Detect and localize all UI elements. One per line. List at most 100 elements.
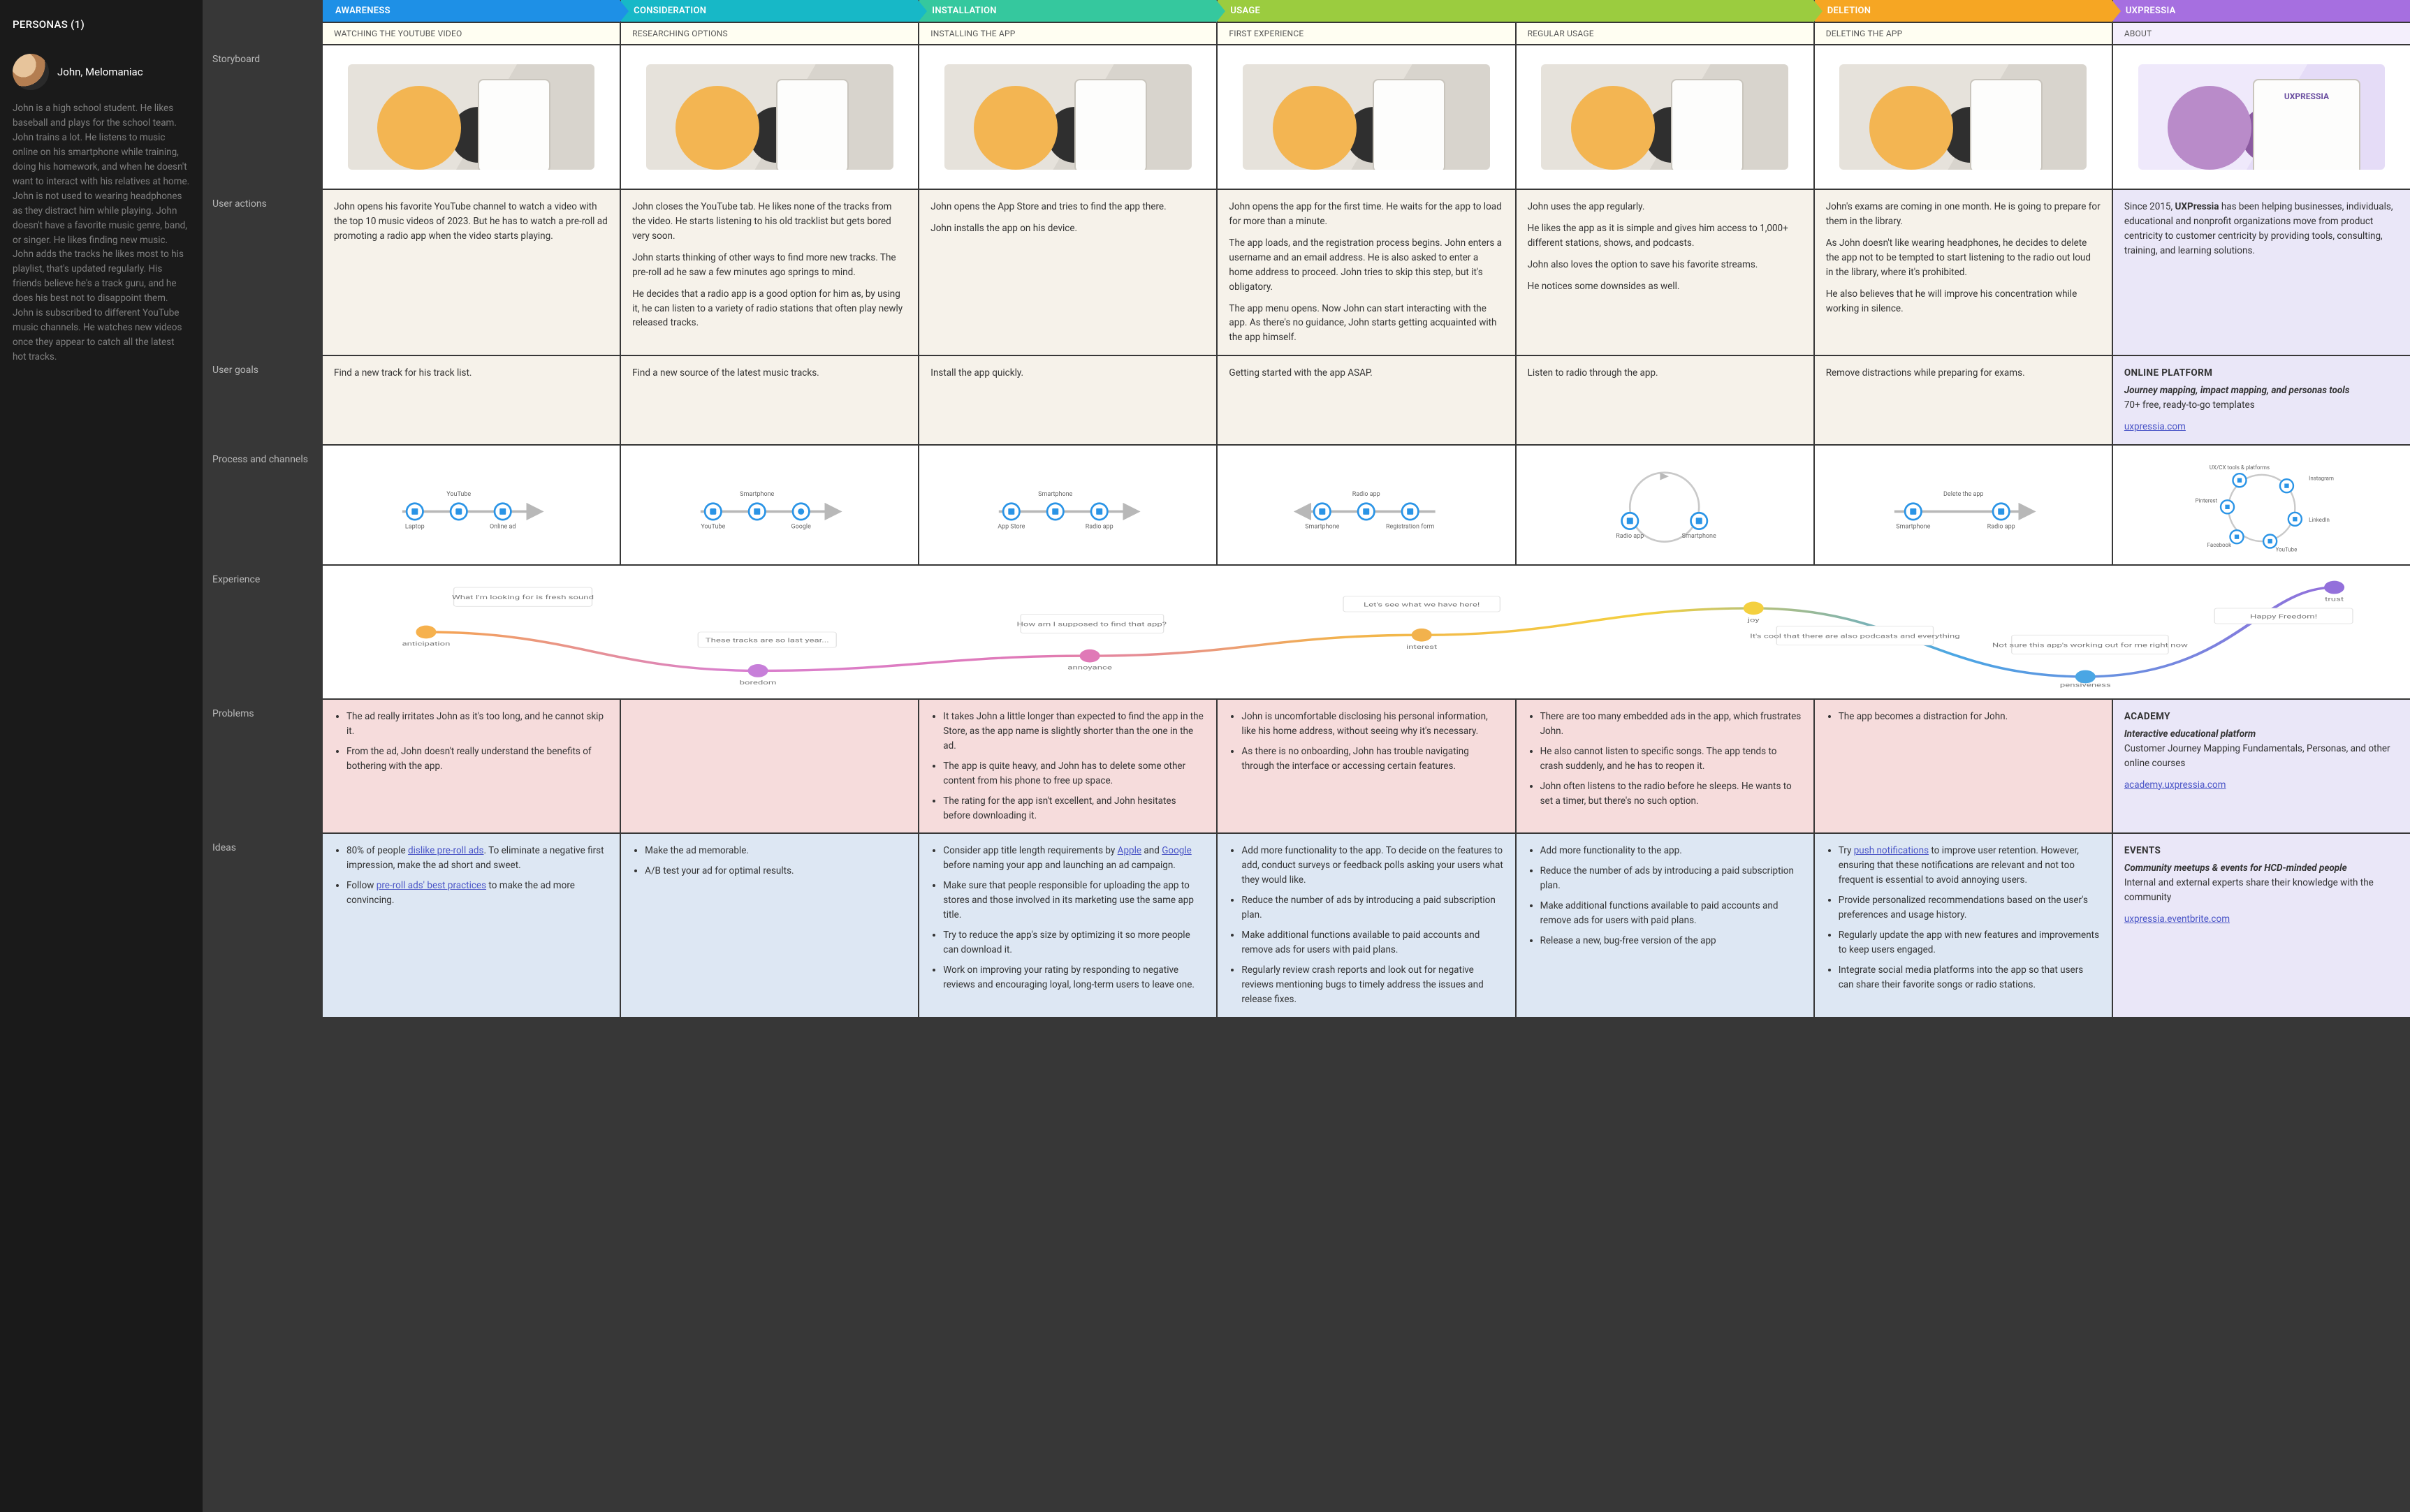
user-goals-5[interactable]: Listen to radio through the app. (1517, 356, 1813, 444)
user-goals-3[interactable]: Install the app quickly. (919, 356, 1216, 444)
storyboard-2[interactable] (621, 45, 918, 189)
user-actions-6[interactable]: John's exams are coming in one month. He… (1815, 190, 2112, 355)
svg-text:Let's see what we have here!: Let's see what we have here! (1364, 601, 1480, 608)
svg-text:pensiveness: pensiveness (2060, 682, 2111, 689)
stage-watching[interactable]: WATCHING THE YOUTUBE VIDEO (323, 23, 620, 44)
svg-text:LinkedIn: LinkedIn (2309, 517, 2330, 523)
storyboard-5[interactable] (1517, 45, 1813, 189)
problems-2[interactable] (621, 700, 918, 832)
sidebar: PERSONAS (1) John, Melomaniac John is a … (0, 0, 203, 1512)
stage-researching[interactable]: RESEARCHING OPTIONS (621, 23, 918, 44)
svg-text:Happy Freedom!: Happy Freedom! (2250, 613, 2317, 620)
persona-name: John, Melomaniac (57, 64, 143, 80)
user-goals-7[interactable]: ONLINE PLATFORM Journey mapping, impact … (2113, 356, 2410, 444)
problems-4[interactable]: John is uncomfortable disclosing his per… (1218, 700, 1514, 832)
user-actions-3[interactable]: John opens the App Store and tries to fi… (919, 190, 1216, 355)
ideas-2[interactable]: Make the ad memorable.A/B test your ad f… (621, 834, 918, 1016)
stage-first-experience[interactable]: FIRST EXPERIENCE (1218, 23, 1514, 44)
svg-text:trust: trust (2325, 596, 2344, 603)
user-actions-2[interactable]: John closes the YouTube tab. He likes no… (621, 190, 918, 355)
ideas-7[interactable]: EVENTS Community meetups & events for HC… (2113, 834, 2410, 1016)
svg-text:anticipation: anticipation (402, 640, 450, 647)
user-goals-2[interactable]: Find a new source of the latest music tr… (621, 356, 918, 444)
user-actions-1[interactable]: John opens his favorite YouTube channel … (323, 190, 620, 355)
channels-6[interactable]: Delete the app Smartphone Radio app (1815, 446, 2112, 564)
ideas-3[interactable]: Consider app title length requirements b… (919, 834, 1216, 1016)
svg-text:Not sure this app's working ou: Not sure this app's working out for me r… (1992, 642, 2189, 649)
user-goals-4[interactable]: Getting started with the app ASAP. (1218, 356, 1514, 444)
svg-text:It's cool that there are also: It's cool that there are also podcasts a… (1750, 633, 1960, 640)
stage-installing[interactable]: INSTALLING THE APP (919, 23, 1216, 44)
svg-text:Delete the app: Delete the app (1943, 490, 1983, 497)
svg-text:Online ad: Online ad (490, 523, 516, 530)
row-label-process-channels: Process and channels (203, 446, 321, 564)
apple-link[interactable]: Apple (1118, 845, 1141, 856)
google-link[interactable]: Google (1162, 845, 1192, 856)
channels-1[interactable]: YouTube Laptop Online ad (323, 446, 620, 564)
channels-3[interactable]: Smartphone App Store Radio app (919, 446, 1216, 564)
problems-6[interactable]: The app becomes a distraction for John. (1815, 700, 2112, 832)
storyboard-3[interactable] (919, 45, 1216, 189)
stage-about[interactable]: ABOUT (2113, 23, 2410, 44)
row-label-storyboard: Storyboard (203, 45, 321, 189)
push-notifications-link[interactable]: push notifications (1854, 845, 1929, 856)
stage-row-spacer (203, 23, 321, 44)
channels-7[interactable]: UX/CX tools & platforms Instagram Linked… (2113, 446, 2410, 564)
preroll-best-practices-link[interactable]: pre-roll ads' best practices (377, 880, 486, 891)
channels-4[interactable]: Radio app Smartphone Registration form (1218, 446, 1514, 564)
problems-1[interactable]: The ad really irritates John as it's too… (323, 700, 620, 832)
svg-text:UX/CX tools & platforms: UX/CX tools & platforms (2210, 464, 2270, 470)
svg-text:joy: joy (1747, 617, 1760, 624)
user-goals-1[interactable]: Find a new track for his track list. (323, 356, 620, 444)
stage-deleting[interactable]: DELETING THE APP (1815, 23, 2112, 44)
svg-text:Smartphone: Smartphone (1896, 523, 1930, 530)
journey-map: AWARENESS CONSIDERATION INSTALLATION USA… (203, 0, 2410, 1512)
ideas-4[interactable]: Add more functionality to the app. To de… (1218, 834, 1514, 1016)
svg-text:Registration form: Registration form (1386, 523, 1435, 530)
svg-text:YouTube: YouTube (446, 490, 471, 497)
svg-text:What I'm looking for is fresh: What I'm looking for is fresh sound (452, 594, 594, 601)
uxpressia-link[interactable]: uxpressia.com (2124, 421, 2186, 432)
storyboard-1[interactable] (323, 45, 620, 189)
channels-5[interactable]: Radio app Smartphone (1517, 446, 1813, 564)
svg-text:boredom: boredom (740, 679, 777, 686)
svg-text:Google: Google (791, 523, 811, 530)
ideas-6[interactable]: Try push notifications to improve user r… (1815, 834, 2112, 1016)
svg-text:Smartphone: Smartphone (1038, 490, 1072, 497)
academy-link[interactable]: academy.uxpressia.com (2124, 779, 2226, 791)
svg-text:Radio app: Radio app (1616, 533, 1644, 540)
phase-deletion[interactable]: DELETION (1815, 0, 2112, 22)
eventbrite-link[interactable]: uxpressia.eventbrite.com (2124, 913, 2230, 925)
experience-curve[interactable]: anticipation boredom annoyance interest … (323, 566, 2410, 698)
row-label-problems: Problems (203, 700, 321, 832)
problems-7[interactable]: ACADEMY Interactive educational platform… (2113, 700, 2410, 832)
avatar (13, 54, 49, 90)
svg-text:Instagram: Instagram (2309, 475, 2334, 481)
problems-3[interactable]: It takes John a little longer than expec… (919, 700, 1216, 832)
user-actions-7[interactable]: Since 2015, UXPressia has been helping b… (2113, 190, 2410, 355)
storyboard-7[interactable] (2113, 45, 2410, 189)
svg-text:YouTube: YouTube (2275, 546, 2297, 552)
phase-installation[interactable]: INSTALLATION (919, 0, 1216, 22)
phase-awareness[interactable]: AWARENESS (323, 0, 620, 22)
svg-text:Smartphone: Smartphone (740, 490, 774, 497)
phase-uxpressia[interactable]: UXPRESSIA (2113, 0, 2410, 22)
channels-2[interactable]: Smartphone YouTube Google (621, 446, 918, 564)
svg-text:Pinterest: Pinterest (2195, 497, 2217, 504)
svg-text:Radio app: Radio app (1352, 490, 1380, 497)
storyboard-4[interactable] (1218, 45, 1514, 189)
stage-regular-usage[interactable]: REGULAR USAGE (1517, 23, 1813, 44)
problems-5[interactable]: There are too many embedded ads in the a… (1517, 700, 1813, 832)
user-actions-4[interactable]: John opens the app for the first time. H… (1218, 190, 1514, 355)
ideas-1[interactable]: 80% of people dislike pre-roll ads. To e… (323, 834, 620, 1016)
storyboard-6[interactable] (1815, 45, 2112, 189)
user-actions-5[interactable]: John uses the app regularly.He likes the… (1517, 190, 1813, 355)
phase-consideration[interactable]: CONSIDERATION (621, 0, 918, 22)
svg-text:Facebook: Facebook (2207, 541, 2231, 548)
user-goals-6[interactable]: Remove distractions while preparing for … (1815, 356, 2112, 444)
phase-usage[interactable]: USAGE (1218, 0, 1813, 22)
persona-header[interactable]: John, Melomaniac (13, 54, 190, 90)
ideas-5[interactable]: Add more functionality to the app.Reduce… (1517, 834, 1813, 1016)
row-label-experience: Experience (203, 566, 321, 698)
dislike-preroll-link[interactable]: dislike pre-roll ads (408, 845, 484, 856)
